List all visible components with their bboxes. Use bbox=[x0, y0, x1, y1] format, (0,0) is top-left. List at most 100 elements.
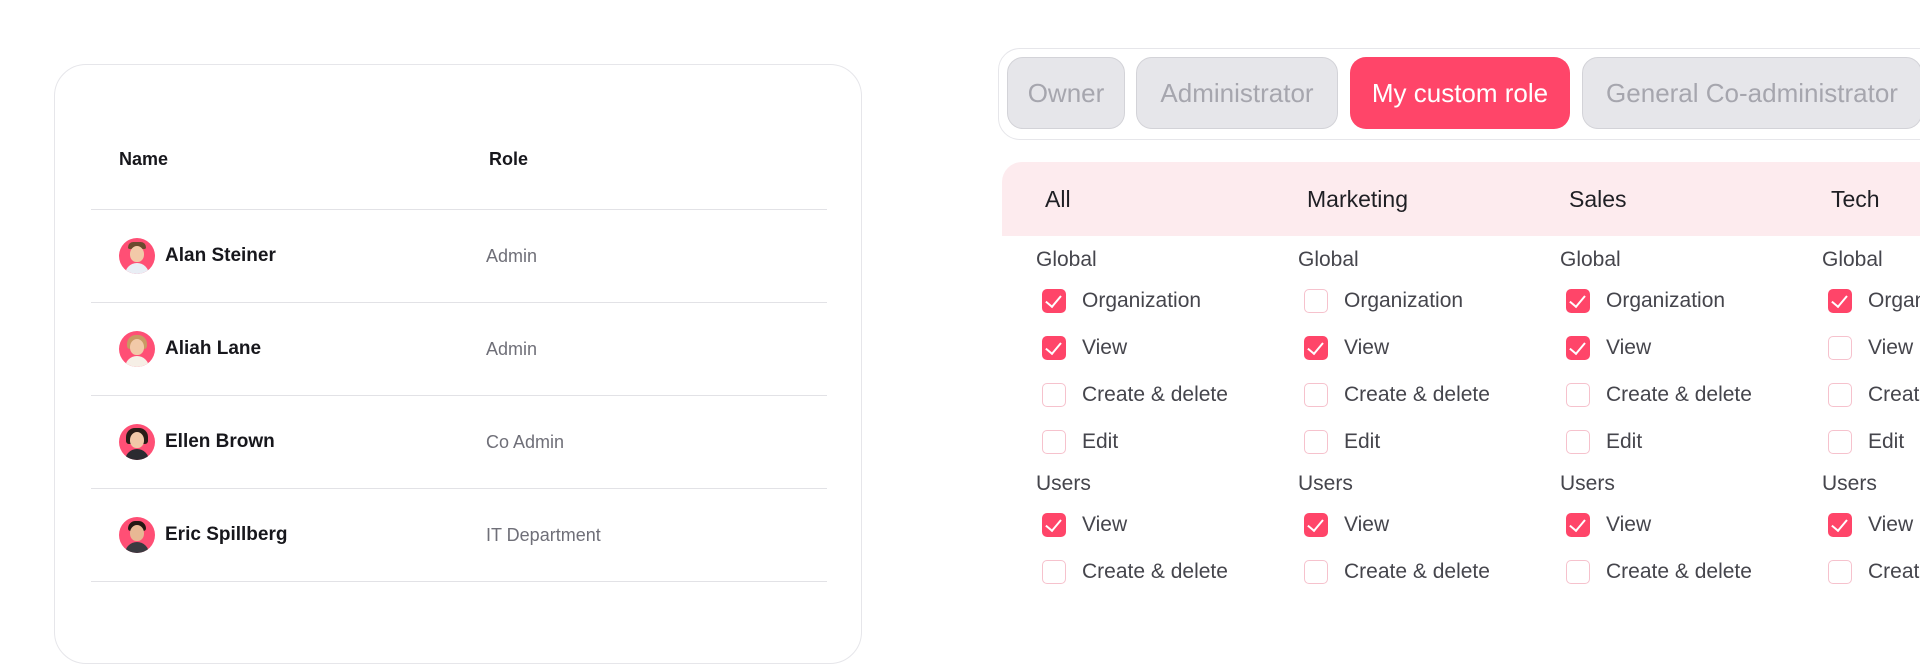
avatar bbox=[119, 424, 155, 460]
permission-item[interactable]: View bbox=[1042, 510, 1127, 540]
permission-label: Edit bbox=[1606, 430, 1643, 453]
permission-item[interactable]: Organization bbox=[1304, 286, 1463, 316]
tab-owner[interactable]: Owner bbox=[1007, 57, 1125, 129]
permission-label: Organization bbox=[1606, 289, 1726, 312]
checkbox[interactable] bbox=[1304, 336, 1328, 360]
checkbox[interactable] bbox=[1304, 383, 1328, 407]
permission-label: View bbox=[1344, 336, 1390, 359]
user-name: Eric Spillberg bbox=[165, 524, 288, 545]
checkbox[interactable] bbox=[1042, 383, 1066, 407]
permission-label: View bbox=[1868, 513, 1914, 536]
checkbox[interactable] bbox=[1042, 430, 1066, 454]
permission-label: View bbox=[1606, 513, 1652, 536]
checkbox[interactable] bbox=[1566, 289, 1590, 313]
group-label-users: Users bbox=[1298, 472, 1353, 495]
tab-my-custom-role[interactable]: My custom role bbox=[1350, 57, 1570, 129]
permission-item[interactable]: Organization bbox=[1566, 286, 1725, 316]
table-row[interactable]: Alan Steiner Admin bbox=[91, 210, 827, 303]
table-row[interactable]: Ellen Brown Co Admin bbox=[91, 396, 827, 489]
checkbox[interactable] bbox=[1042, 336, 1066, 360]
permission-item[interactable]: Edit bbox=[1566, 427, 1642, 457]
permission-label: Organization bbox=[1868, 289, 1920, 312]
permission-item[interactable]: Edit bbox=[1828, 427, 1904, 457]
checkbox[interactable] bbox=[1566, 430, 1590, 454]
permission-label: View bbox=[1344, 513, 1390, 536]
permission-label: Edit bbox=[1082, 430, 1119, 453]
checkbox[interactable] bbox=[1828, 430, 1852, 454]
checkbox[interactable] bbox=[1828, 383, 1852, 407]
permissions-column-all: Global Organization View Create & delete… bbox=[1002, 236, 1264, 600]
tab-general-co-administrator[interactable]: General Co-administrator bbox=[1582, 57, 1920, 129]
permission-item[interactable]: Edit bbox=[1042, 427, 1118, 457]
group-label-global: Global bbox=[1560, 248, 1621, 271]
permission-label: Create & delete bbox=[1606, 383, 1752, 406]
permission-item[interactable]: Organization bbox=[1042, 286, 1201, 316]
permissions-header: All Marketing Sales Tech bbox=[1002, 162, 1920, 236]
column-title-marketing: Marketing bbox=[1307, 186, 1408, 212]
group-label-global: Global bbox=[1822, 248, 1883, 271]
column-title-tech: Tech bbox=[1831, 186, 1880, 212]
tab-administrator[interactable]: Administrator bbox=[1136, 57, 1338, 129]
permission-item[interactable]: Edit bbox=[1304, 427, 1380, 457]
user-name: Ellen Brown bbox=[165, 431, 275, 452]
permission-label: Organization bbox=[1082, 289, 1202, 312]
name-column-header: Name bbox=[119, 148, 169, 169]
group-label-global: Global bbox=[1298, 248, 1359, 271]
checkbox[interactable] bbox=[1304, 560, 1328, 584]
user-role: Co Admin bbox=[486, 431, 565, 452]
checkbox[interactable] bbox=[1566, 383, 1590, 407]
permission-label: Create & delete bbox=[1344, 560, 1490, 583]
user-name: Alan Steiner bbox=[165, 245, 276, 266]
permission-item[interactable]: Create & delete bbox=[1828, 557, 1920, 587]
users-card: Name Role Alan Steiner Admin Aliah Lane … bbox=[54, 64, 862, 664]
permission-item[interactable]: Create & delete bbox=[1304, 557, 1490, 587]
checkbox[interactable] bbox=[1828, 336, 1852, 360]
checkbox[interactable] bbox=[1828, 289, 1852, 313]
permission-item[interactable]: Organization bbox=[1828, 286, 1920, 316]
role-column-header: Role bbox=[489, 148, 529, 169]
checkbox[interactable] bbox=[1828, 513, 1852, 537]
permission-item[interactable]: View bbox=[1566, 510, 1651, 540]
permissions-column-sales: Global Organization View Create & delete… bbox=[1526, 236, 1788, 600]
checkbox[interactable] bbox=[1304, 430, 1328, 454]
user-cell: Aliah Lane bbox=[119, 331, 261, 367]
checkbox[interactable] bbox=[1042, 289, 1066, 313]
table-row[interactable]: Eric Spillberg IT Department bbox=[91, 489, 827, 582]
permission-item[interactable]: Create & delete bbox=[1042, 380, 1228, 410]
permission-item[interactable]: Create & delete bbox=[1566, 380, 1752, 410]
checkbox[interactable] bbox=[1042, 560, 1066, 584]
group-label-users: Users bbox=[1822, 472, 1877, 495]
permission-label: Create & delete bbox=[1082, 383, 1228, 406]
permission-label: Create & delete bbox=[1082, 560, 1228, 583]
permissions-column-marketing: Global Organization View Create & delete… bbox=[1264, 236, 1526, 600]
permissions-column-tech: Global Organization View Create & delete… bbox=[1788, 236, 1920, 600]
permission-item[interactable]: Create & delete bbox=[1042, 557, 1228, 587]
permission-item[interactable]: View bbox=[1304, 333, 1389, 363]
permission-label: View bbox=[1606, 336, 1652, 359]
checkbox[interactable] bbox=[1042, 513, 1066, 537]
checkbox[interactable] bbox=[1828, 560, 1852, 584]
permission-label: Organization bbox=[1344, 289, 1464, 312]
permission-item[interactable]: Create & delete bbox=[1304, 380, 1490, 410]
users-table: Name Role Alan Steiner Admin Aliah Lane … bbox=[91, 109, 827, 582]
user-cell: Eric Spillberg bbox=[119, 517, 287, 553]
checkbox[interactable] bbox=[1304, 513, 1328, 537]
permission-item[interactable]: View bbox=[1828, 510, 1913, 540]
permission-item[interactable]: View bbox=[1304, 510, 1389, 540]
checkbox[interactable] bbox=[1566, 513, 1590, 537]
checkbox[interactable] bbox=[1566, 336, 1590, 360]
permission-item[interactable]: View bbox=[1566, 333, 1651, 363]
user-name: Aliah Lane bbox=[165, 338, 262, 359]
table-row[interactable]: Aliah Lane Admin bbox=[91, 303, 827, 396]
permission-item[interactable]: View bbox=[1828, 333, 1913, 363]
user-cell: Ellen Brown bbox=[119, 424, 275, 460]
group-label-global: Global bbox=[1036, 248, 1097, 271]
checkbox[interactable] bbox=[1566, 560, 1590, 584]
checkbox[interactable] bbox=[1304, 289, 1328, 313]
avatar bbox=[119, 517, 155, 553]
group-label-users: Users bbox=[1036, 472, 1091, 495]
permission-label: Create & delete bbox=[1868, 560, 1920, 583]
permission-item[interactable]: Create & delete bbox=[1566, 557, 1752, 587]
permission-item[interactable]: Create & delete bbox=[1828, 380, 1920, 410]
permission-item[interactable]: View bbox=[1042, 333, 1127, 363]
